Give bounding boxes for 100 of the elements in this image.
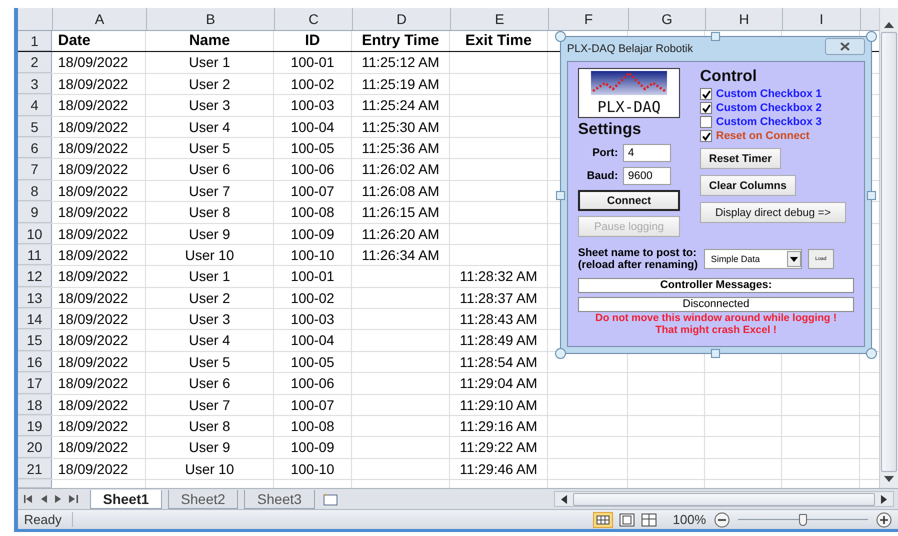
column-header[interactable]: C	[275, 8, 353, 30]
column-header[interactable]: I	[783, 8, 861, 30]
table-cell: Name	[146, 31, 274, 52]
resize-handle[interactable]	[555, 348, 566, 359]
row-header[interactable]: 20	[18, 437, 52, 458]
baud-field[interactable]: 9600	[623, 167, 671, 185]
table-cell: User 3	[146, 309, 274, 330]
row-header[interactable]: 21	[18, 458, 52, 480]
row-header[interactable]: 5	[18, 116, 52, 137]
table-cell: 18/09/2022	[52, 288, 146, 308]
table-cell: 18/09/2022	[52, 159, 146, 180]
row-header[interactable]: 19	[18, 416, 52, 436]
table-cell: User 9	[146, 437, 274, 458]
column-header[interactable]: A	[53, 8, 147, 30]
reset-timer-button[interactable]: Reset Timer	[700, 148, 781, 169]
table-cell: 11:29:10 AM	[450, 394, 548, 416]
next-sheet-icon[interactable]	[55, 495, 61, 503]
sheet-dropdown[interactable]: Simple Data	[704, 249, 802, 269]
column-header[interactable]: D	[353, 8, 451, 30]
first-sheet-icon[interactable]	[24, 495, 33, 503]
sheet-tab[interactable]: Sheet1	[90, 490, 162, 508]
last-sheet-icon[interactable]	[69, 495, 78, 503]
port-field[interactable]: 4	[623, 144, 671, 162]
row-header[interactable]: 10	[18, 224, 52, 244]
row-header[interactable]: 3	[18, 74, 52, 94]
row-header[interactable]: 6	[18, 138, 52, 158]
row-header[interactable]: 1	[18, 31, 52, 52]
row-header[interactable]: 15	[18, 330, 52, 351]
scroll-right-icon[interactable]	[881, 494, 887, 504]
resize-handle[interactable]	[866, 348, 877, 359]
row-header[interactable]: 8	[18, 180, 52, 202]
debug-button[interactable]: Display direct debug =>	[700, 202, 846, 223]
previous-sheet-icon[interactable]	[41, 495, 47, 503]
table-cell: 100-06	[274, 159, 352, 180]
row-header[interactable]: 4	[18, 95, 52, 116]
row-header[interactable]: 12	[18, 266, 52, 287]
row-header[interactable]: 18	[18, 394, 52, 416]
table-cell: 100-03	[274, 309, 352, 330]
scroll-down-icon[interactable]	[884, 476, 894, 482]
scroll-thumb[interactable]	[881, 32, 897, 472]
sheet-tab[interactable]: Sheet3	[244, 490, 315, 508]
connect-button[interactable]: Connect	[578, 190, 680, 211]
table-cell: 18/09/2022	[52, 309, 146, 330]
checkbox[interactable]	[700, 130, 712, 142]
table-cell: 100-07	[274, 180, 352, 202]
row-header[interactable]: 7	[18, 159, 52, 180]
close-button[interactable]	[825, 38, 865, 54]
row-header[interactable]: 2	[18, 52, 52, 73]
checkbox-option[interactable]: Custom Checkbox 3	[700, 116, 822, 128]
table-cell: 11:29:16 AM	[450, 416, 548, 436]
messages-heading: Controller Messages:	[578, 278, 854, 293]
resize-handle[interactable]	[556, 191, 565, 200]
checkbox-option[interactable]: Custom Checkbox 2	[700, 102, 822, 114]
scroll-up-icon[interactable]	[884, 22, 894, 28]
page-break-icon[interactable]	[640, 512, 657, 526]
resize-handle[interactable]	[867, 191, 876, 200]
row-header[interactable]: 14	[18, 309, 52, 330]
column-header[interactable]: G	[629, 8, 706, 30]
column-header[interactable]: H	[706, 8, 783, 30]
table-cell: 11:26:20 AM	[352, 224, 450, 244]
table-cell: 11:26:34 AM	[352, 244, 450, 266]
resize-handle[interactable]	[711, 32, 720, 41]
insert-sheet-icon[interactable]	[320, 492, 339, 506]
table-cell: 11:25:36 AM	[352, 138, 450, 158]
table-cell: 18/09/2022	[52, 244, 146, 266]
resize-handle[interactable]	[555, 31, 566, 42]
table-cell: 11:28:54 AM	[450, 352, 548, 372]
checkbox[interactable]	[700, 88, 712, 100]
column-header[interactable]: E	[451, 8, 549, 30]
checkbox-option[interactable]: Custom Checkbox 1	[700, 88, 822, 100]
zoom-level[interactable]: 100%	[672, 512, 706, 527]
sheet-tab[interactable]: Sheet2	[168, 490, 238, 508]
checkbox[interactable]	[700, 116, 712, 128]
row-header[interactable]: 11	[18, 244, 52, 266]
zoom-in-icon[interactable]	[876, 512, 892, 528]
zoom-out-icon[interactable]	[714, 512, 730, 528]
horizontal-scrollbar[interactable]	[554, 491, 894, 507]
table-cell: 18/09/2022	[52, 416, 146, 436]
row-header[interactable]: 9	[18, 202, 52, 223]
sheet-name-label: Sheet name to post to:	[578, 247, 698, 259]
normal-view-icon[interactable]	[592, 512, 613, 528]
clear-columns-button[interactable]: Clear Columns	[700, 175, 796, 196]
column-header[interactable]: B	[147, 8, 275, 30]
scroll-left-icon[interactable]	[561, 494, 567, 504]
checkbox[interactable]	[700, 102, 712, 114]
column-header[interactable]: F	[549, 8, 629, 30]
table-cell: 100-02	[274, 74, 352, 94]
resize-handle[interactable]	[711, 349, 720, 358]
row-header[interactable]: 13	[18, 288, 52, 308]
row-header[interactable]: 17	[18, 373, 52, 394]
table-cell: User 2	[146, 74, 274, 94]
page-layout-icon[interactable]	[618, 512, 635, 526]
table-cell: User 10	[146, 244, 274, 266]
row-header[interactable]: 16	[18, 352, 52, 372]
settings-heading: Settings	[578, 121, 642, 139]
zoom-slider-thumb[interactable]	[799, 514, 807, 526]
scroll-thumb[interactable]	[573, 492, 875, 506]
resize-handle[interactable]	[866, 31, 877, 42]
table-cell: 18/09/2022	[52, 116, 146, 137]
vertical-scrollbar[interactable]	[879, 8, 898, 488]
